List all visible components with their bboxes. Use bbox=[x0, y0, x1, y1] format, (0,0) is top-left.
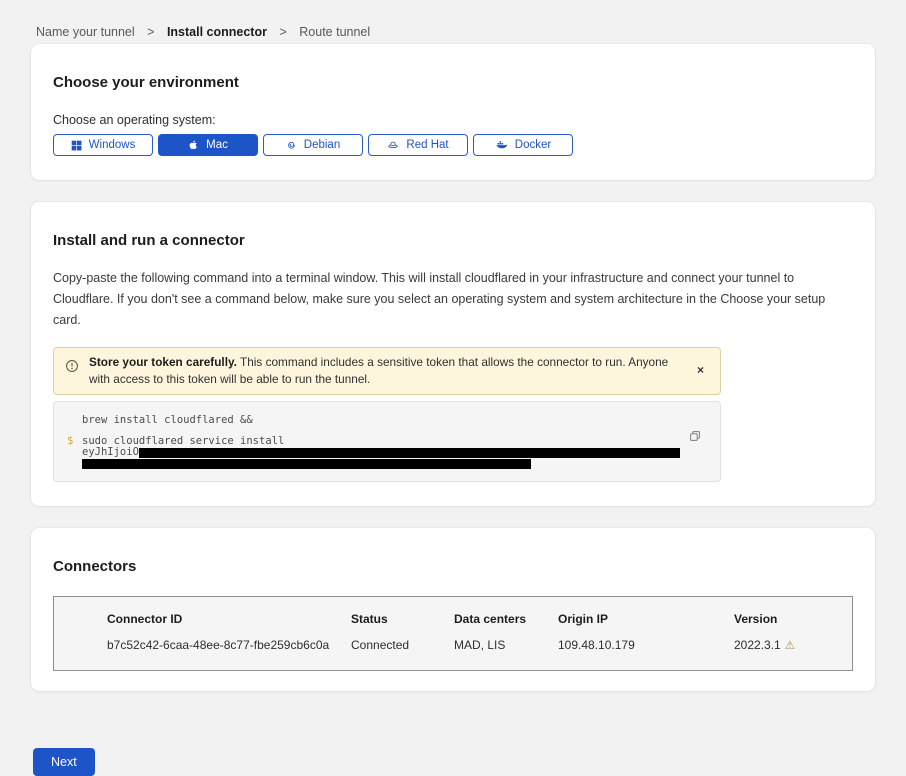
os-button-label: Red Hat bbox=[406, 139, 448, 151]
redacted-token-bar bbox=[82, 459, 531, 470]
shell-prompt: $ bbox=[67, 436, 82, 448]
os-button-redhat[interactable]: Red Hat bbox=[368, 134, 468, 156]
connectors-card-title: Connectors bbox=[53, 558, 853, 575]
breadcrumb-step-route-tunnel[interactable]: Route tunnel bbox=[299, 25, 370, 39]
os-button-label: Debian bbox=[304, 139, 340, 151]
token-warning-title: Store your token carefully. bbox=[89, 355, 237, 369]
data-centers-value: MAD, LIS bbox=[454, 636, 558, 652]
docker-icon bbox=[495, 139, 508, 151]
table-row: b7c52c42-6caa-48ee-8c77-fbe259cb6c0a Con… bbox=[107, 636, 842, 652]
token-warning-banner: Store your token carefully. This command… bbox=[53, 347, 721, 395]
info-circle-icon bbox=[65, 359, 79, 373]
windows-icon bbox=[71, 140, 82, 151]
column-header-origin-ip: Origin IP bbox=[558, 612, 734, 636]
token-prefix: eyJhIjoiO bbox=[82, 447, 139, 459]
close-icon[interactable]: × bbox=[693, 362, 708, 378]
os-button-debian[interactable]: Debian bbox=[263, 134, 363, 156]
apple-icon bbox=[188, 139, 199, 151]
os-button-group: Windows Mac Debian Red Hat bbox=[53, 134, 853, 156]
column-header-status: Status bbox=[351, 612, 454, 636]
os-select-label: Choose an operating system: bbox=[53, 113, 853, 127]
code-line-token: eyJhIjoiO bbox=[67, 447, 680, 459]
breadcrumb-step-install-connector[interactable]: Install connector bbox=[167, 25, 267, 39]
connector-id-value: b7c52c42-6caa-48ee-8c77-fbe259cb6c0a bbox=[107, 636, 351, 652]
os-button-docker[interactable]: Docker bbox=[473, 134, 573, 156]
breadcrumb-separator: > bbox=[147, 25, 154, 39]
connectors-card: Connectors Connector ID Status Data cent… bbox=[31, 528, 875, 691]
version-number: 2022.3.1 bbox=[734, 638, 781, 652]
connectors-table-header: Connector ID Status Data centers Origin … bbox=[107, 612, 842, 636]
next-button[interactable]: Next bbox=[33, 748, 95, 776]
breadcrumb-step-name-your-tunnel[interactable]: Name your tunnel bbox=[36, 25, 135, 39]
command-code-block: brew install cloudflared && $sudo cloudf… bbox=[53, 401, 721, 482]
column-header-connector-id: Connector ID bbox=[107, 612, 351, 636]
version-value: 2022.3.1 ⚠ bbox=[734, 636, 842, 652]
connectors-table: Connector ID Status Data centers Origin … bbox=[53, 596, 853, 671]
column-header-data-centers: Data centers bbox=[454, 612, 558, 636]
redacted-token-bar bbox=[139, 448, 680, 459]
breadcrumb: Name your tunnel > Install connector > R… bbox=[0, 0, 906, 44]
debian-icon bbox=[286, 140, 297, 151]
code-line-token-2 bbox=[67, 459, 680, 470]
os-button-label: Mac bbox=[206, 139, 228, 151]
os-button-windows[interactable]: Windows bbox=[53, 134, 153, 156]
install-card-title: Install and run a connector bbox=[53, 232, 853, 249]
os-button-label: Windows bbox=[89, 139, 136, 151]
tunnel-setup-page: Name your tunnel > Install connector > R… bbox=[0, 0, 906, 740]
code-line-sudo: $sudo cloudflared service install bbox=[67, 436, 680, 448]
code-text: brew install cloudflared && bbox=[82, 415, 253, 427]
install-card: Install and run a connector Copy-paste t… bbox=[31, 202, 875, 506]
redhat-icon bbox=[387, 139, 399, 151]
origin-ip-value: 109.48.10.179 bbox=[558, 636, 734, 652]
status-badge: Connected bbox=[351, 636, 454, 652]
environment-card-title: Choose your environment bbox=[53, 74, 853, 91]
install-card-description: Copy-paste the following command into a … bbox=[53, 268, 853, 331]
token-warning-text: Store your token carefully. This command… bbox=[89, 354, 683, 388]
os-button-label: Docker bbox=[515, 139, 551, 151]
code-line-brew: brew install cloudflared && bbox=[67, 415, 680, 427]
copy-icon[interactable] bbox=[688, 429, 702, 443]
warning-triangle-icon: ⚠ bbox=[785, 640, 795, 652]
column-header-version: Version bbox=[734, 612, 842, 636]
breadcrumb-separator: > bbox=[279, 25, 286, 39]
environment-card: Choose your environment Choose an operat… bbox=[31, 44, 875, 180]
os-button-mac[interactable]: Mac bbox=[158, 134, 258, 156]
